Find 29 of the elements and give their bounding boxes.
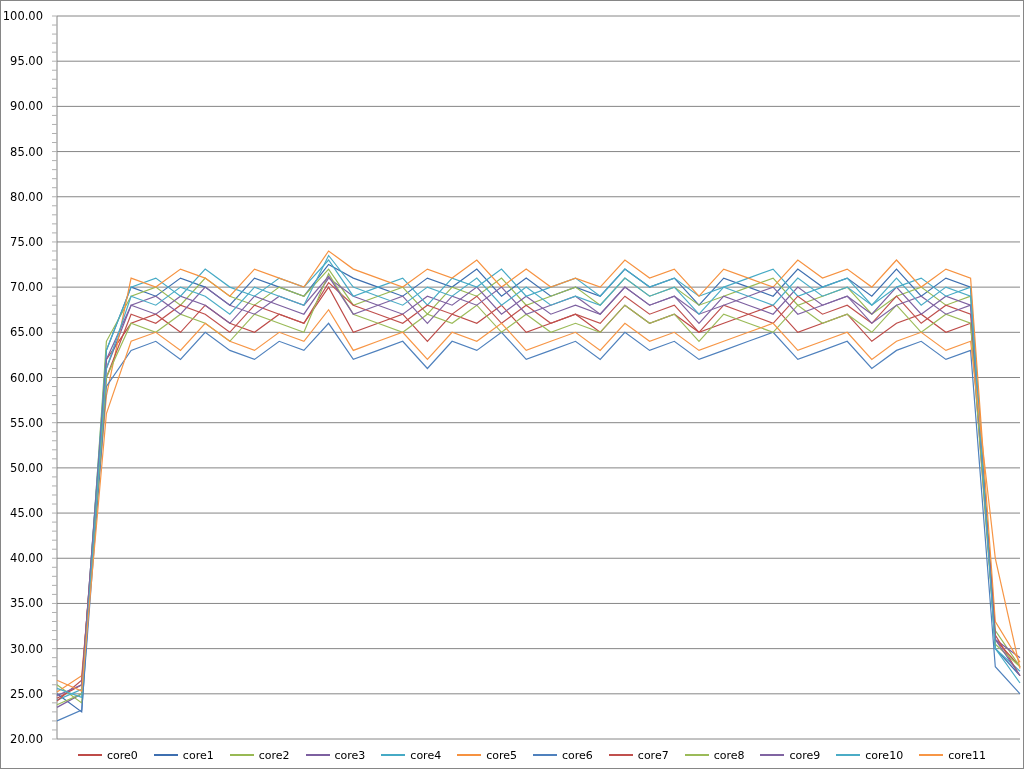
y-axis-label: 55.00 [10,415,43,430]
legend-label: core1 [182,749,214,762]
legend-label: core4 [410,749,442,762]
y-axis-label: 95.00 [10,54,43,69]
y-axis-label: 25.00 [10,686,43,701]
y-axis-label: 90.00 [10,99,43,114]
legend-label: core6 [562,749,593,762]
legend-label: core9 [789,749,821,762]
y-axis-label: 80.00 [10,189,43,204]
y-axis-label: 35.00 [10,596,43,611]
y-axis-label: 75.00 [10,234,43,249]
y-axis-label: 100.00 [2,9,43,23]
y-axis-label: 45.00 [10,506,43,521]
y-axis-label: 40.00 [10,551,43,566]
y-axis-label: 60.00 [10,370,43,385]
legend-label: core5 [486,749,517,762]
legend-label: core3 [334,749,366,762]
legend-label: core8 [713,749,745,762]
legend-label: core10 [865,749,904,762]
y-axis-label: 85.00 [10,144,43,159]
y-axis-label: 20.00 [10,732,43,743]
y-axis-label: 30.00 [10,641,43,656]
y-axis-label: 65.00 [10,325,43,340]
legend-label: core11 [948,749,986,762]
y-axis-label: 50.00 [10,460,43,475]
y-axis-label: 70.00 [10,280,43,295]
legend-label: core7 [637,749,669,762]
legend-label: core0 [107,749,138,762]
legend-label: core2 [258,749,290,762]
